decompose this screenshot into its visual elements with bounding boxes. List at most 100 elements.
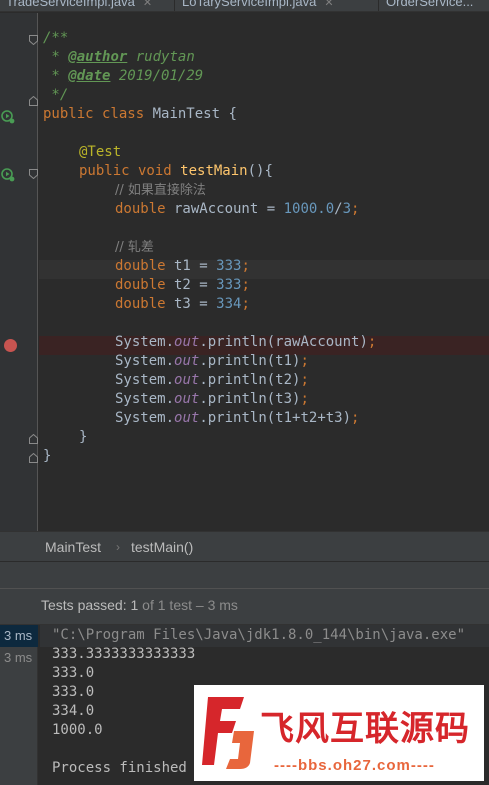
code-editor[interactable]: /** * @author rudytan * @date 2019/01/29… (0, 13, 489, 531)
run-test-method-icon[interactable] (1, 168, 15, 182)
javadoc-star: * (43, 68, 69, 84)
close-icon[interactable]: ✕ (143, 0, 152, 9)
code-text: rawAccount = (165, 201, 284, 217)
tab-trade-service-impl[interactable]: TradeServiceImpl.java ✕ (0, 0, 175, 11)
static-field: out (174, 334, 200, 350)
breadcrumb-separator: › (116, 540, 120, 554)
static-field: out (174, 410, 200, 426)
code-line: * @date 2019/01/29 (43, 67, 203, 86)
method-name: testMain (180, 163, 248, 179)
number-literal: 3 (342, 201, 352, 217)
console-output-line: 333.3333333333333 (52, 646, 196, 662)
fold-icon[interactable] (29, 434, 38, 444)
code-text: System. (115, 410, 175, 426)
keyword: class (93, 106, 153, 122)
semicolon: ; (367, 334, 377, 350)
code-text: System. (115, 334, 175, 350)
code-text: t1 = (165, 258, 217, 274)
javadoc-star: * (43, 49, 69, 65)
test-duration-item[interactable]: 3 ms (0, 647, 38, 669)
number-literal: 333 (216, 277, 242, 293)
fold-icon[interactable] (29, 169, 38, 179)
editor-tab-bar: TradeServiceImpl.java ✕ LoTaryServiceImpl… (0, 0, 489, 12)
code-text: .println(t1) (199, 353, 301, 369)
watermark-title: 飞风互联源码 (260, 709, 470, 749)
breadcrumb-class[interactable]: MainTest (45, 539, 101, 555)
console-output-line: 1000.0 (52, 722, 103, 738)
code-line: double t3 = 334; (115, 295, 250, 314)
code-line: } (43, 447, 51, 466)
watermark: 飞风互联源码 ----bbs.oh27.com---- (194, 685, 484, 781)
number-literal: 333 (216, 258, 242, 274)
code-line: System.out.println(t1); (115, 352, 309, 371)
javadoc-date-tag: @date (68, 68, 111, 84)
code-line: // 如果直接除法 (115, 181, 206, 200)
number-literal: 334 (216, 296, 242, 312)
console-output-line: 333.0 (52, 684, 95, 700)
fold-icon[interactable] (29, 96, 38, 106)
semicolon: ; (300, 372, 309, 388)
keyword: double (115, 296, 166, 312)
code-line: double rawAccount = 1000.0/3; (115, 200, 359, 219)
fold-icon[interactable] (29, 35, 38, 45)
test-duration-item[interactable]: 3 ms (0, 625, 38, 647)
code-line: // 轧差 (115, 238, 154, 257)
static-field: out (174, 372, 200, 388)
code-line: @Test (79, 143, 121, 162)
run-test-class-icon[interactable] (1, 110, 15, 124)
breakpoint-icon[interactable] (4, 339, 17, 352)
watermark-logo-icon (202, 697, 254, 769)
static-field: out (174, 391, 200, 407)
test-status-bar: Tests passed: 1 of 1 test – 3 ms (0, 588, 489, 624)
semicolon: ; (300, 391, 309, 407)
code-line: double t2 = 333; (115, 276, 250, 295)
code-text: t3 = (165, 296, 217, 312)
close-icon[interactable]: ✕ (324, 0, 333, 9)
javadoc-open: /** (43, 30, 69, 46)
fold-icon[interactable] (29, 453, 38, 463)
code-text: .println(t3) (199, 391, 301, 407)
code-line: public class MainTest { (43, 105, 237, 124)
code-line: System.out.println(t2); (115, 371, 309, 390)
javadoc-date-value: 2019/01/29 (110, 68, 204, 84)
class-name: MainTest { (152, 106, 237, 122)
console-output-line: 333.0 (52, 665, 95, 681)
method-paren: (){ (247, 163, 273, 179)
tool-window-header (0, 561, 489, 588)
line-comment: // 如果直接除法 (115, 183, 206, 198)
tab-order-service[interactable]: OrderService... (380, 0, 489, 11)
tests-passed-text: Tests passed: 1 of 1 test – 3 ms (41, 597, 238, 613)
code-line: } (79, 428, 87, 447)
keyword: public (79, 163, 130, 179)
breadcrumb-method[interactable]: testMain() (131, 539, 193, 555)
code-text: System. (115, 391, 175, 407)
closing-brace: } (43, 448, 52, 464)
current-line-highlight (39, 260, 489, 279)
tab-label: LoTaryServiceImpl.java (182, 0, 317, 9)
javadoc-author-value: rudytan (127, 49, 195, 65)
test-annotation: @Test (79, 144, 122, 160)
keyword: double (115, 258, 166, 274)
code-line: System.out.println(rawAccount); (115, 333, 376, 352)
editor-gutter[interactable] (0, 13, 38, 531)
breadcrumb: MainTest › testMain() (0, 531, 489, 561)
tests-total: of 1 test (138, 597, 192, 613)
keyword: double (115, 277, 166, 293)
tests-passed-label: Tests passed: (41, 597, 131, 613)
code-text: .println(t2) (199, 372, 301, 388)
keyword: void (129, 163, 181, 179)
semicolon: ; (241, 258, 250, 274)
code-text: System. (115, 372, 175, 388)
code-text: .println(t1+t2+t3) (199, 410, 352, 426)
semicolon: ; (300, 353, 309, 369)
tab-lottery-service-impl[interactable]: LoTaryServiceImpl.java ✕ (176, 0, 379, 11)
javadoc-author-tag: @author (68, 49, 128, 65)
code-line: System.out.println(t3); (115, 390, 309, 409)
javadoc-close: */ (43, 87, 69, 103)
console-output-line: 334.0 (52, 703, 95, 719)
number-literal: 1000.0 (283, 201, 335, 217)
code-line: double t1 = 333; (115, 257, 250, 276)
code-line: /** (43, 29, 68, 48)
console-command-line: "C:\Program Files\Java\jdk1.8.0_144\bin\… (52, 627, 466, 643)
code-line: * @author rudytan (43, 48, 195, 67)
